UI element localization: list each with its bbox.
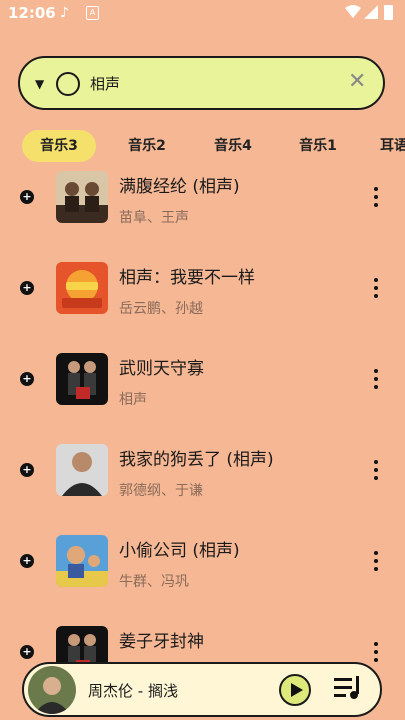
song-artist: 岳云鹏、孙越 xyxy=(119,301,203,317)
add-icon[interactable]: + xyxy=(20,372,34,386)
song-title: 满腹经纶 (相声) xyxy=(119,177,240,197)
playlist-icon[interactable] xyxy=(334,676,362,702)
more-options-icon[interactable] xyxy=(370,369,382,393)
song-row[interactable]: + 姜子牙封神 xyxy=(0,618,405,663)
tab-music1[interactable]: 音乐1 xyxy=(281,130,355,162)
more-options-icon[interactable] xyxy=(370,278,382,302)
song-title: 相声：我要不一样 xyxy=(119,268,255,288)
add-icon[interactable]: + xyxy=(20,190,34,204)
more-options-icon[interactable] xyxy=(370,551,382,575)
search-bar: ▼ ✕ xyxy=(18,56,385,110)
tab-whisper[interactable]: 耳语 xyxy=(368,130,405,162)
song-row[interactable]: + 相声：我要不一样 岳云鹏、孙越 xyxy=(0,254,405,345)
song-cover xyxy=(56,262,108,314)
search-input[interactable] xyxy=(90,71,330,95)
status-time: 12:06 xyxy=(8,4,56,22)
app-notification-icon: A xyxy=(86,6,99,20)
song-title: 小偷公司 (相声) xyxy=(119,541,240,561)
mini-player[interactable]: 周杰伦 - 搁浅 xyxy=(22,662,382,717)
tab-music4[interactable]: 音乐4 xyxy=(196,130,270,162)
song-cover xyxy=(56,444,108,496)
song-cover xyxy=(56,353,108,405)
tab-music2[interactable]: 音乐2 xyxy=(110,130,184,162)
search-circle-icon xyxy=(56,72,80,96)
more-options-icon[interactable] xyxy=(370,187,382,211)
player-cover xyxy=(28,666,76,714)
tab-music3[interactable]: 音乐3 xyxy=(22,130,96,162)
add-icon[interactable]: + xyxy=(20,281,34,295)
song-row[interactable]: + 我家的狗丢了 (相声) 郭德纲、于谦 xyxy=(0,436,405,527)
song-row[interactable]: + 小偷公司 (相声) 牛群、冯巩 xyxy=(0,527,405,618)
play-icon xyxy=(291,683,303,697)
song-artist: 牛群、冯巩 xyxy=(119,574,189,590)
signal-icon xyxy=(364,5,378,19)
song-artist: 苗阜、王声 xyxy=(119,210,189,226)
song-row[interactable]: + 满腹经纶 (相声) 苗阜、王声 xyxy=(0,163,405,254)
clear-icon[interactable]: ✕ xyxy=(348,70,366,94)
add-icon[interactable]: + xyxy=(20,645,34,659)
add-icon[interactable]: + xyxy=(20,463,34,477)
status-bar: 12:06 ♪ A xyxy=(0,0,405,28)
dropdown-caret-icon[interactable]: ▼ xyxy=(35,77,44,91)
battery-icon xyxy=(384,5,393,20)
song-cover xyxy=(56,535,108,587)
more-options-icon[interactable] xyxy=(370,460,382,484)
song-title: 我家的狗丢了 (相声) xyxy=(119,450,274,470)
song-artist: 相声 xyxy=(119,392,147,408)
more-options-icon[interactable] xyxy=(370,642,382,663)
song-row[interactable]: + 武则天守寡 相声 xyxy=(0,345,405,436)
play-button[interactable] xyxy=(279,674,311,706)
tab-bar: 音乐3 音乐2 音乐4 音乐1 耳语 xyxy=(0,130,405,162)
song-cover xyxy=(56,171,108,223)
song-list: + 满腹经纶 (相声) 苗阜、王声 + 相声：我要不一样 岳云鹏、孙越 + 武则… xyxy=(0,163,405,663)
music-note-icon: ♪ xyxy=(60,5,69,21)
song-cover xyxy=(56,626,108,663)
song-title: 武则天守寡 xyxy=(119,359,204,379)
add-icon[interactable]: + xyxy=(20,554,34,568)
player-title: 周杰伦 - 搁浅 xyxy=(88,682,178,700)
song-title: 姜子牙封神 xyxy=(119,632,204,652)
song-artist: 郭德纲、于谦 xyxy=(119,483,203,499)
wifi-icon xyxy=(345,5,361,18)
